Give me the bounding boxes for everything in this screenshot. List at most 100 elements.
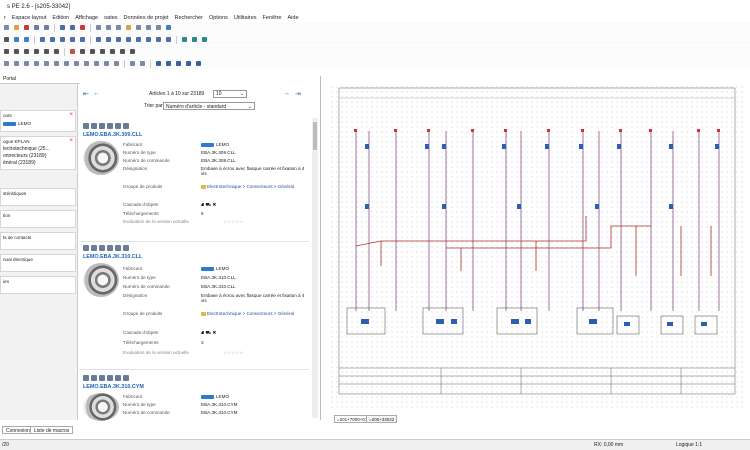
configurator-icons[interactable]: ⛘ ⛟ ✖ — [201, 202, 305, 209]
print-icon[interactable] — [104, 23, 113, 32]
symbol-icon[interactable] — [78, 35, 87, 44]
page-tab[interactable]: =205+33042 — [366, 415, 398, 423]
page-tab[interactable]: =201+7000+01 — [334, 415, 371, 423]
last-page-icon[interactable]: ⇥ — [295, 90, 301, 98]
properties-icon[interactable] — [114, 23, 123, 32]
menu-item-layout-space[interactable]: Espace layout — [12, 15, 47, 21]
distribute-icon[interactable] — [12, 59, 21, 68]
compare-icon[interactable] — [115, 123, 121, 129]
terminal-icon[interactable] — [124, 35, 133, 44]
move-down-icon[interactable] — [174, 59, 183, 68]
device-icon[interactable] — [134, 35, 143, 44]
move-icon[interactable] — [164, 59, 173, 68]
filter-catalog[interactable]: ogue EPLAN lectrotechnique (25... onnect… — [0, 136, 76, 170]
menu-item-window[interactable]: Fenêtre — [263, 15, 282, 21]
menu-item-file[interactable]: r — [4, 15, 6, 21]
compare-icon[interactable] — [115, 375, 121, 381]
measure-icon[interactable] — [200, 35, 209, 44]
article-title[interactable]: LEMO.EBA.3K.310.CYM — [83, 384, 144, 390]
filter-function[interactable]: tion — [0, 210, 76, 228]
insert-icon[interactable] — [91, 245, 97, 251]
box-icon[interactable] — [154, 35, 163, 44]
download-icon[interactable] — [99, 245, 105, 251]
text-icon[interactable] — [164, 35, 173, 44]
marker-icon[interactable] — [128, 59, 137, 68]
filter-contacts[interactable]: ts de contacts — [0, 232, 76, 250]
redo-icon[interactable] — [68, 23, 77, 32]
snap-icon[interactable] — [48, 35, 57, 44]
undo-icon[interactable] — [58, 23, 67, 32]
page-icon[interactable] — [94, 23, 103, 32]
window-icon[interactable] — [164, 23, 173, 32]
filter-icon[interactable] — [107, 123, 113, 129]
paste-icon[interactable] — [42, 23, 51, 32]
close-icon[interactable]: × — [69, 138, 73, 144]
table-icon[interactable] — [134, 23, 143, 32]
first-page-icon[interactable]: ⇤ — [83, 90, 89, 98]
menu-item-view[interactable]: Affichage — [75, 15, 98, 21]
rotate-icon[interactable] — [98, 47, 107, 56]
info-icon[interactable] — [83, 123, 89, 129]
pointer-icon[interactable] — [2, 47, 11, 56]
tab-macro-list[interactable]: Liste de macros — [30, 426, 74, 434]
scale-icon[interactable] — [92, 59, 101, 68]
ungroup-icon[interactable] — [32, 59, 41, 68]
image-icon[interactable] — [128, 47, 137, 56]
plc-icon[interactable] — [144, 35, 153, 44]
scrollbar-thumb[interactable] — [313, 122, 317, 150]
schematic-canvas[interactable] — [320, 76, 750, 420]
sort-select[interactable]: Numéro d'article - standard ⌄ — [163, 102, 255, 110]
menu-item-utilities[interactable]: Utilitaires — [234, 15, 257, 21]
mirror-icon[interactable] — [88, 47, 97, 56]
arrow-right-icon[interactable] — [22, 35, 31, 44]
interrupt-point-icon[interactable] — [194, 59, 203, 68]
menu-item-project-data[interactable]: Données de projet — [124, 15, 169, 21]
download-icon[interactable] — [99, 123, 105, 129]
grid-icon[interactable] — [38, 35, 47, 44]
menu-item-help[interactable]: Aide — [288, 15, 299, 21]
circle-icon[interactable] — [32, 47, 41, 56]
arrow-left-icon[interactable] — [12, 35, 21, 44]
article-title[interactable]: LEMO.EBA.3K.310.CLL — [83, 254, 142, 260]
cut-icon[interactable] — [22, 23, 31, 32]
copy-icon[interactable] — [32, 23, 41, 32]
unlock-icon[interactable] — [52, 59, 61, 68]
article-card[interactable]: LEMO.EBA.3K.310.CYM Fabricant LEMO Numéro… — [79, 374, 309, 421]
lock-icon[interactable] — [42, 59, 51, 68]
potential-icon[interactable] — [104, 35, 113, 44]
insert-icon[interactable] — [91, 375, 97, 381]
info-icon[interactable] — [83, 245, 89, 251]
open-folder-icon[interactable] — [12, 23, 21, 32]
page-size-select[interactable]: 10 ⌄ — [213, 90, 247, 98]
next-page-icon[interactable]: → — [283, 90, 290, 97]
expand-icon[interactable] — [180, 35, 189, 44]
bookmark-icon[interactable] — [138, 59, 147, 68]
download-icon[interactable] — [99, 375, 105, 381]
close-icon[interactable]: × — [69, 112, 73, 118]
article-card[interactable]: LEMO.EBA.3K.310.CLL Fabricant LEMO Numéro… — [79, 244, 309, 370]
rectangle-icon[interactable] — [22, 47, 31, 56]
trim-icon[interactable] — [118, 47, 127, 56]
group-icon[interactable] — [22, 59, 31, 68]
compare-icon[interactable] — [115, 245, 121, 251]
menu-item-edit[interactable]: Edition — [52, 15, 69, 21]
align-icon[interactable] — [2, 59, 11, 68]
offset-icon[interactable] — [102, 59, 111, 68]
filter-characteristics[interactable]: stéristiques — [0, 188, 76, 206]
filter-link[interactable]: ien — [0, 276, 76, 294]
arc-icon[interactable] — [42, 47, 51, 56]
dimension-icon[interactable] — [68, 47, 77, 56]
settings-icon[interactable] — [123, 375, 129, 381]
menu-item-insert[interactable]: oates — [104, 15, 117, 21]
polyline-icon[interactable] — [52, 47, 61, 56]
collapse-icon[interactable] — [190, 35, 199, 44]
flip-icon[interactable] — [82, 59, 91, 68]
ortho-icon[interactable] — [58, 35, 67, 44]
article-card[interactable]: LEMO.EBA.3K.309.CLL Fabricant LEMO Numéro… — [79, 122, 309, 242]
portal-tab[interactable]: Portal — [0, 76, 80, 84]
macro-icon[interactable] — [124, 23, 133, 32]
article-title[interactable]: LEMO.EBA.3K.309.CLL — [83, 132, 142, 138]
prev-page-icon[interactable]: ← — [93, 90, 100, 97]
settings-icon[interactable] — [123, 245, 129, 251]
filter-icon[interactable] — [107, 375, 113, 381]
